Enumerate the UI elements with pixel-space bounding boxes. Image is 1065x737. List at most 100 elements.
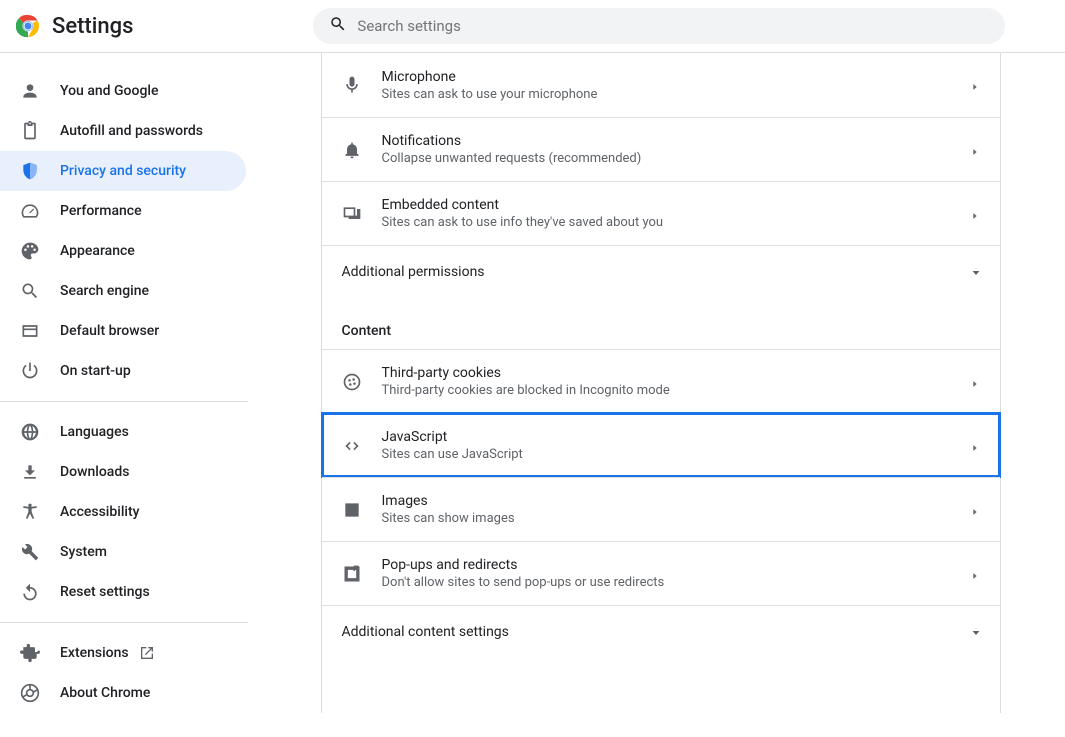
power-icon <box>20 361 40 381</box>
page-title: Settings <box>52 14 133 39</box>
row-desc: Sites can use JavaScript <box>382 447 970 462</box>
row-cookies[interactable]: Third-party cookies Third-party cookies a… <box>322 349 1000 413</box>
row-desc: Third-party cookies are blocked in Incog… <box>382 383 970 398</box>
row-notifications[interactable]: Notifications Collapse unwanted requests … <box>322 117 1000 181</box>
microphone-icon <box>342 75 362 95</box>
settings-panel: Microphone Sites can ask to use your micr… <box>321 53 1001 713</box>
row-additional-permissions[interactable]: Additional permissions <box>322 245 1000 297</box>
search-box[interactable] <box>313 8 1005 44</box>
sidebar-label: About Chrome <box>60 685 150 701</box>
embed-icon <box>342 204 362 224</box>
chrome-icon <box>20 683 40 703</box>
sidebar-label: Extensions <box>60 645 129 661</box>
puzzle-icon <box>20 643 40 663</box>
section-content-title: Content <box>322 297 1000 349</box>
row-title: JavaScript <box>382 429 970 445</box>
reset-icon <box>20 582 40 602</box>
sidebar-item-extensions[interactable]: Extensions <box>0 633 246 673</box>
search-container <box>313 8 1005 44</box>
sidebar-item-startup[interactable]: On start-up <box>0 351 246 391</box>
row-embedded[interactable]: Embedded content Sites can ask to use inf… <box>322 181 1000 245</box>
sidebar-item-accessibility[interactable]: Accessibility <box>0 492 246 532</box>
row-popups[interactable]: Pop-ups and redirects Don't allow sites t… <box>322 541 1000 605</box>
row-title: Microphone <box>382 69 970 85</box>
image-icon <box>342 500 362 520</box>
row-javascript[interactable]: JavaScript Sites can use JavaScript <box>322 413 1000 477</box>
chevron-right-icon <box>970 145 980 155</box>
chevron-right-icon <box>970 80 980 90</box>
chevron-down-icon <box>970 627 980 637</box>
row-title: Third-party cookies <box>382 365 970 381</box>
header: Settings <box>0 0 1065 53</box>
sidebar-item-autofill[interactable]: Autofill and passwords <box>0 111 246 151</box>
sidebar-label: Appearance <box>60 243 135 259</box>
sidebar-item-you-and-google[interactable]: You and Google <box>0 71 246 111</box>
row-desc: Sites can ask to use your microphone <box>382 87 970 102</box>
chevron-right-icon <box>970 441 980 451</box>
row-title: Notifications <box>382 133 970 149</box>
row-desc: Don't allow sites to send pop-ups or use… <box>382 575 970 590</box>
sidebar-label: Performance <box>60 203 142 219</box>
sidebar-item-downloads[interactable]: Downloads <box>0 452 246 492</box>
row-desc: Sites can show images <box>382 511 970 526</box>
accessibility-icon <box>20 502 40 522</box>
sidebar-item-appearance[interactable]: Appearance <box>0 231 246 271</box>
sidebar-item-search-engine[interactable]: Search engine <box>0 271 246 311</box>
sidebar-item-languages[interactable]: Languages <box>0 412 246 452</box>
expand-label: Additional content settings <box>342 624 970 640</box>
chevron-right-icon <box>970 569 980 579</box>
row-desc: Collapse unwanted requests (recommended) <box>382 151 970 166</box>
clipboard-icon <box>20 121 40 141</box>
sidebar-label: Accessibility <box>60 504 139 520</box>
shield-icon <box>20 161 40 181</box>
chevron-right-icon <box>970 209 980 219</box>
sidebar: You and Google Autofill and passwords Pr… <box>0 53 256 713</box>
sidebar-label: Search engine <box>60 283 149 299</box>
expand-label: Additional permissions <box>342 264 970 280</box>
palette-icon <box>20 241 40 261</box>
sidebar-item-default-browser[interactable]: Default browser <box>0 311 246 351</box>
wrench-icon <box>20 542 40 562</box>
external-link-icon <box>139 645 155 661</box>
search-icon <box>20 281 40 301</box>
sidebar-label: Downloads <box>60 464 129 480</box>
row-desc: Sites can ask to use info they've saved … <box>382 215 970 230</box>
sidebar-item-performance[interactable]: Performance <box>0 191 246 231</box>
row-title: Pop-ups and redirects <box>382 557 970 573</box>
download-icon <box>20 462 40 482</box>
search-input[interactable] <box>357 17 989 35</box>
sidebar-label: Default browser <box>60 323 159 339</box>
chevron-down-icon <box>970 267 980 277</box>
sidebar-item-reset[interactable]: Reset settings <box>0 572 246 612</box>
row-title: Embedded content <box>382 197 970 213</box>
row-title: Images <box>382 493 970 509</box>
sidebar-label: System <box>60 544 107 560</box>
globe-icon <box>20 422 40 442</box>
sidebar-item-system[interactable]: System <box>0 532 246 572</box>
search-icon <box>329 15 347 37</box>
sidebar-label: Languages <box>60 424 129 440</box>
code-icon <box>342 436 362 456</box>
chevron-right-icon <box>970 505 980 515</box>
row-microphone[interactable]: Microphone Sites can ask to use your micr… <box>322 53 1000 117</box>
browser-icon <box>20 321 40 341</box>
sidebar-label: You and Google <box>60 83 158 99</box>
sidebar-label: On start-up <box>60 363 131 379</box>
speed-icon <box>20 201 40 221</box>
bell-icon <box>342 140 362 160</box>
row-additional-content[interactable]: Additional content settings <box>322 605 1000 657</box>
divider <box>0 622 248 623</box>
content-area: Microphone Sites can ask to use your micr… <box>256 53 1065 713</box>
person-icon <box>20 81 40 101</box>
sidebar-item-privacy[interactable]: Privacy and security <box>0 151 246 191</box>
sidebar-label: Privacy and security <box>60 163 186 179</box>
chevron-right-icon <box>970 377 980 387</box>
popup-icon <box>342 564 362 584</box>
sidebar-label: Reset settings <box>60 584 150 600</box>
row-images[interactable]: Images Sites can show images <box>322 477 1000 541</box>
sidebar-item-about[interactable]: About Chrome <box>0 673 246 713</box>
sidebar-label: Autofill and passwords <box>60 123 203 139</box>
chrome-logo-icon <box>16 14 40 38</box>
divider <box>0 401 248 402</box>
cookie-icon <box>342 372 362 392</box>
